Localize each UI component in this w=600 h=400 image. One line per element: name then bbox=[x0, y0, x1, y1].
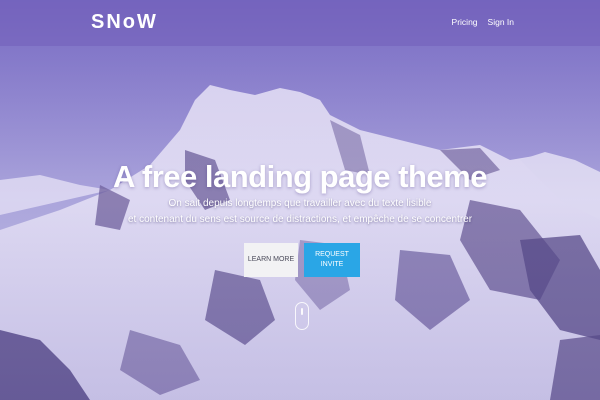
logo[interactable]: SNoW bbox=[91, 11, 158, 34]
nav-pricing-link[interactable]: Pricing bbox=[452, 17, 478, 27]
nav-sign-in-link[interactable]: Sign In bbox=[488, 17, 514, 27]
mouse-scroll-icon[interactable] bbox=[295, 302, 309, 330]
request-invite-button[interactable]: REQUEST INVITE bbox=[304, 243, 360, 277]
nav-links: Pricing Sign In bbox=[452, 17, 514, 27]
hero-headline: A free landing page theme bbox=[113, 158, 487, 194]
navbar: SNoW Pricing Sign In bbox=[0, 0, 600, 46]
scroll-wheel-dot bbox=[301, 308, 303, 315]
request-invite-label: REQUEST bbox=[315, 251, 349, 258]
hero-subtext: On sait depuis longtemps que travailler … bbox=[0, 196, 600, 228]
hero-subtext-line: On sait depuis longtemps que travailler … bbox=[168, 198, 432, 209]
request-invite-label: INVITE bbox=[320, 261, 344, 268]
hero-subtext-line: et contenant du sens est source de distr… bbox=[127, 214, 473, 225]
learn-more-button[interactable]: LEARN MORE bbox=[244, 243, 298, 277]
